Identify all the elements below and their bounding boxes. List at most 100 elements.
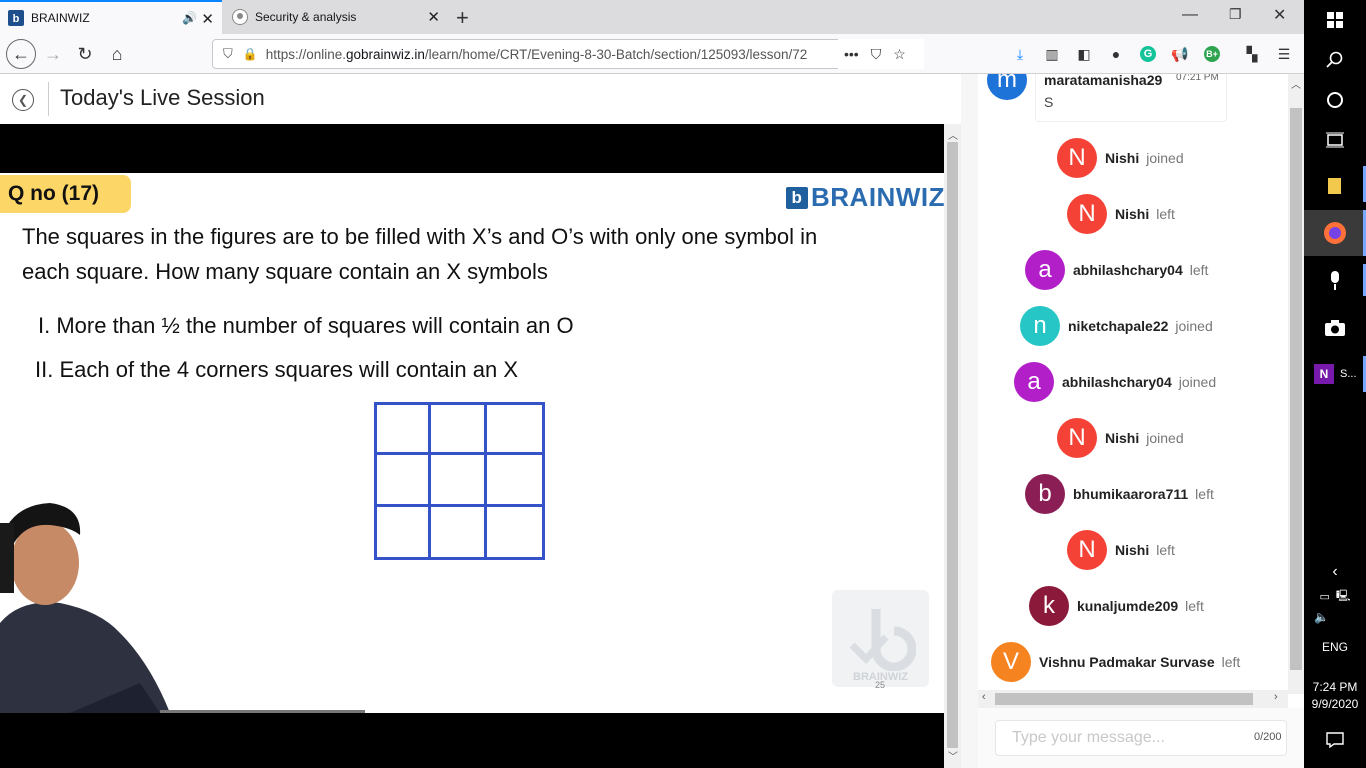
event-action: left <box>1156 542 1175 558</box>
avatar: n <box>1020 306 1060 346</box>
event-username: Nishi <box>1105 430 1140 446</box>
network-icon[interactable]: 🖳 <box>1336 587 1351 606</box>
event-action: joined <box>1146 150 1184 166</box>
event-action: left <box>1185 598 1204 614</box>
event-username: bhumikaarora711 <box>1073 486 1189 502</box>
plus-icon[interactable]: + <box>456 5 469 31</box>
tab-label: BRAINWIZ <box>31 11 90 25</box>
message-text: S <box>1044 94 1054 110</box>
chat-event-row: a abhilashchary04 left <box>1025 250 1208 290</box>
tab-brainwiz[interactable]: b BRAINWIZ 🔊 ✕ <box>0 0 222 34</box>
chat-event-row: V Vishnu Padmakar Survase left <box>991 642 1240 682</box>
forward-arrow-icon[interactable]: → <box>38 39 68 69</box>
more-actions-icon[interactable]: ••• <box>844 46 859 62</box>
url-prefix: https://online. <box>265 46 347 62</box>
chat-hscrollbar[interactable]: ‹ › <box>978 690 1288 708</box>
avatar: N <box>1057 418 1097 458</box>
library-icon[interactable]: ▥ <box>1041 43 1063 65</box>
grammarly-icon[interactable]: G <box>1137 43 1159 65</box>
back-arrow-icon[interactable]: ← <box>6 39 36 69</box>
url-bar[interactable]: ⛉ 🔒 https://online. gobrainwiz.in/learn/h… <box>212 39 924 69</box>
download-icon[interactable]: ⤓ <box>1009 43 1031 65</box>
slide: Q no (17) b BRAINWIZ The squares in the f… <box>0 173 944 713</box>
close-window-icon[interactable]: ✕ <box>1273 5 1286 25</box>
watermark-logo-icon <box>849 609 916 671</box>
chat-event-row: N Nishi joined <box>1057 138 1184 178</box>
scroll-up-arrow-icon[interactable]: ︿ <box>948 127 958 142</box>
event-action: joined <box>1146 430 1184 446</box>
question-line-1: The squares in the figures are to be fil… <box>22 224 818 249</box>
battery-icon[interactable]: ▭ <box>1319 590 1329 603</box>
video-player[interactable]: Q no (17) b BRAINWIZ The squares in the f… <box>0 124 944 768</box>
scrollbar-thumb[interactable] <box>947 142 958 748</box>
search-icon[interactable] <box>1304 48 1366 72</box>
avatar: N <box>1057 138 1097 178</box>
language-indicator[interactable]: ENG <box>1304 640 1366 654</box>
onenote-app[interactable]: N S... <box>1304 356 1366 392</box>
clock-date[interactable]: 9/9/2020 <box>1304 697 1366 711</box>
network-battery-icons[interactable]: ▭ 🖳 <box>1304 586 1366 606</box>
restore-icon[interactable]: ❐ <box>1229 6 1242 23</box>
hscrollbar-thumb[interactable] <box>995 693 1253 705</box>
file-explorer-icon[interactable] <box>1304 168 1366 204</box>
sidebar-icon[interactable]: ◧ <box>1073 43 1095 65</box>
extensions-icon[interactable]: ▚ <box>1241 43 1263 65</box>
minimize-icon[interactable]: — <box>1182 6 1198 24</box>
pocket-icon[interactable]: ⛉ <box>871 46 882 63</box>
chat-message-input[interactable]: Type your message... <box>995 720 1287 756</box>
scroll-down-arrow-icon[interactable]: ﹀ <box>948 748 958 763</box>
megaphone-icon[interactable]: 📢 <box>1169 43 1191 65</box>
brainwiz-favicon: b <box>8 10 24 26</box>
windows-start-icon[interactable] <box>1304 8 1366 32</box>
logo-mark: b <box>786 186 808 209</box>
close-tab-icon[interactable]: ✕ <box>201 10 214 28</box>
url-domain: gobrainwiz.in <box>346 46 425 62</box>
speaker-icon[interactable]: 🔊 <box>182 11 197 25</box>
circle-chevron-left-icon[interactable]: ❮ <box>12 89 34 111</box>
microphone-app-icon[interactable] <box>1304 262 1366 298</box>
scrollbar-thumb[interactable] <box>1290 108 1302 670</box>
chevron-up-icon[interactable]: ‹ <box>1304 560 1366 584</box>
event-action: left <box>1221 654 1241 670</box>
message-username: maratamanisha29 <box>1044 74 1163 88</box>
event-username: Nishi <box>1115 542 1150 558</box>
event-username: Vishnu Padmakar Survase <box>1039 654 1215 670</box>
chat-panel: m maratamanisha29 07:21 PM S N Nishi joine… <box>978 74 1288 694</box>
chat-event-row: k kunaljumde209 left <box>1029 586 1204 626</box>
brainwiz-watermark: BRAINWIZ <box>832 590 929 687</box>
camera-app-icon[interactable] <box>1304 310 1366 346</box>
char-counter: 0/200 <box>1254 731 1282 743</box>
chat-scrollbar[interactable]: ︿ <box>1288 74 1304 694</box>
event-username: niketchapale22 <box>1068 318 1169 334</box>
account-icon[interactable]: ● <box>1105 43 1127 65</box>
page-title: Today's Live Session <box>60 85 265 110</box>
menu-icon[interactable]: ☰ <box>1273 43 1295 65</box>
bookmark-star-icon[interactable]: ☆ <box>893 46 906 63</box>
scroll-left-arrow-icon[interactable]: ‹ <box>982 691 986 703</box>
tab-security[interactable]: Security & analysis ✕ <box>224 0 448 34</box>
chat-event-row: N Nishi joined <box>1057 418 1184 458</box>
extension-b-icon[interactable]: B+ <box>1201 43 1223 65</box>
firefox-icon[interactable] <box>1304 210 1366 256</box>
home-icon[interactable]: ⌂ <box>102 39 132 69</box>
shield-icon[interactable]: ⛉ <box>223 46 233 62</box>
page-scrollbar[interactable]: ︿ ﹀ <box>944 124 961 768</box>
scroll-right-arrow-icon[interactable]: › <box>1274 691 1278 703</box>
reload-icon[interactable]: ↻ <box>70 39 100 69</box>
scroll-up-arrow-icon[interactable]: ︿ <box>1291 76 1301 91</box>
volume-icon[interactable]: 🔈 <box>1314 610 1329 624</box>
chat-event-row: N Nishi left <box>1067 530 1175 570</box>
clock-time[interactable]: 7:24 PM <box>1304 680 1366 694</box>
avatar: a <box>1025 250 1065 290</box>
cortana-icon[interactable] <box>1304 88 1366 112</box>
notification-icon[interactable] <box>1304 728 1366 752</box>
close-tab-icon[interactable]: ✕ <box>427 8 440 26</box>
event-action: left <box>1195 486 1214 502</box>
chat-event-row: N Nishi left <box>1067 194 1175 234</box>
avatar: N <box>1067 194 1107 234</box>
onenote-icon: N <box>1314 364 1334 384</box>
message-time: 07:21 PM <box>1176 74 1219 83</box>
github-favicon <box>232 9 248 25</box>
task-view-icon[interactable] <box>1304 128 1366 152</box>
chat-event-row: a abhilashchary04 joined <box>1014 362 1216 402</box>
